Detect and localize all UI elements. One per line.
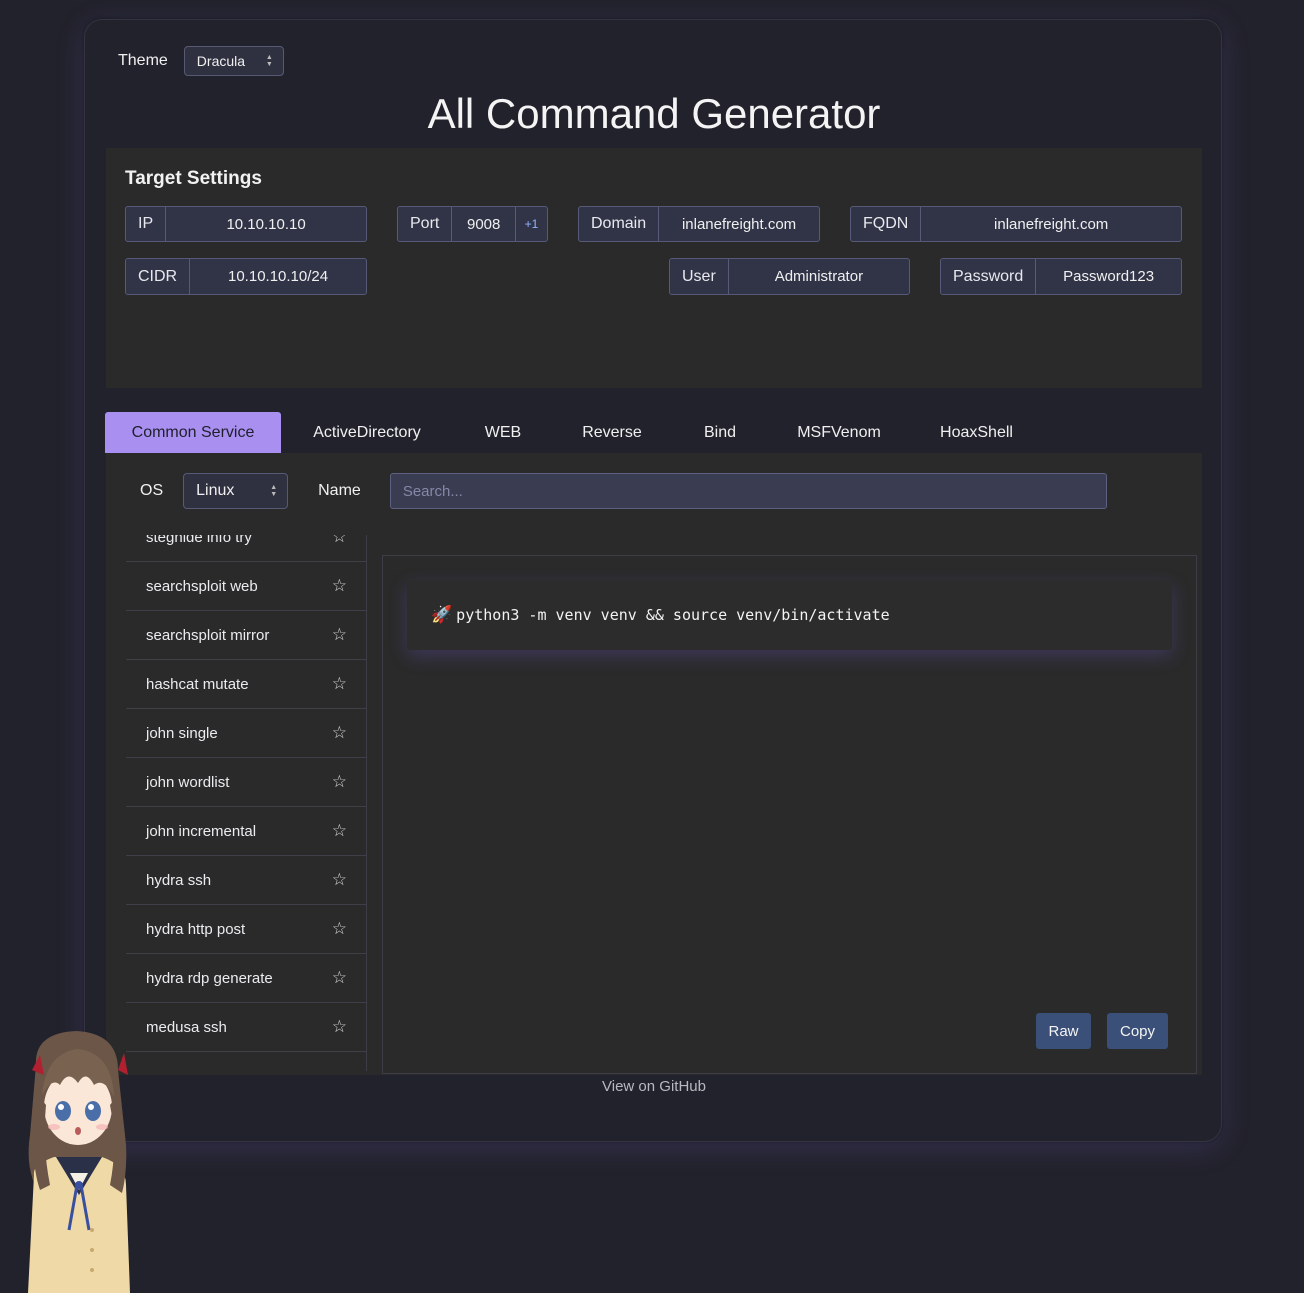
user-label: User xyxy=(670,259,729,294)
command-name: medusa ssh xyxy=(146,1018,227,1036)
copy-button[interactable]: Copy xyxy=(1107,1013,1168,1049)
tab-reverse[interactable]: Reverse xyxy=(553,412,671,453)
list-item[interactable]: hydra http post ☆ xyxy=(126,905,366,954)
fqdn-input[interactable]: inlanefreight.com xyxy=(921,207,1181,241)
list-item[interactable]: searchsploit web ☆ xyxy=(126,562,366,611)
ip-input[interactable]: 10.10.10.10 xyxy=(166,207,366,241)
command-name: steghide info try xyxy=(146,535,252,546)
command-name: hashcat mutate xyxy=(146,675,249,693)
search-input[interactable] xyxy=(389,473,1107,509)
list-item[interactable]: steghide info try ☆ xyxy=(126,535,366,562)
os-select[interactable]: Linux ▲ ▼ xyxy=(183,473,289,509)
list-item[interactable]: john single ☆ xyxy=(126,709,366,758)
list-item[interactable]: hashcat mutate ☆ xyxy=(126,660,366,709)
command-view: 🚀 python3 -m venv venv && source venv/bi… xyxy=(382,555,1197,1074)
user-input[interactable]: Administrator xyxy=(729,259,909,294)
command-name: searchsploit web xyxy=(146,577,258,595)
page-title: All Command Generator xyxy=(427,90,881,137)
command-list[interactable]: steghide info try ☆ searchsploit web ☆ sea… xyxy=(126,535,367,1071)
port-increment-button[interactable]: +1 xyxy=(515,207,547,241)
theme-select-value: Dracula xyxy=(196,53,246,69)
target-settings-panel: Target Settings IP 10.10.10.10 Port 9008… xyxy=(106,148,1202,388)
os-label: OS xyxy=(140,482,164,499)
theme-select[interactable]: Dracula ▲ ▼ xyxy=(183,46,284,76)
command-output-text: python3 -m venv venv && source venv/bin/… xyxy=(456,606,890,624)
name-label: Name xyxy=(318,482,361,499)
star-icon[interactable]: ☆ xyxy=(332,821,347,841)
tab-msfvenom[interactable]: MSFVenom xyxy=(769,412,909,453)
list-item[interactable]: john wordlist ☆ xyxy=(126,758,366,807)
command-list-scroll: steghide info try ☆ searchsploit web ☆ sea… xyxy=(126,535,366,1052)
cidr-label: CIDR xyxy=(126,259,191,294)
tab-bar: Common Service ActiveDirectory WEB Rever… xyxy=(105,412,1044,453)
ip-label: IP xyxy=(126,207,167,241)
star-icon[interactable]: ☆ xyxy=(332,625,347,645)
star-icon[interactable]: ☆ xyxy=(332,1017,347,1037)
anime-mascot-image xyxy=(28,1031,130,1293)
domain-label: Domain xyxy=(579,207,660,241)
command-name: john wordlist xyxy=(146,773,230,791)
command-output-box: 🚀 python3 -m venv venv && source venv/bi… xyxy=(407,580,1172,650)
select-arrows-icon: ▲ ▼ xyxy=(265,54,273,68)
port-field: Port 9008 +1 xyxy=(397,206,548,242)
command-name: hydra http post xyxy=(146,920,246,938)
star-icon[interactable]: ☆ xyxy=(332,576,347,596)
star-icon[interactable]: ☆ xyxy=(332,674,347,694)
cidr-input[interactable]: 10.10.10.10/24 xyxy=(190,259,366,294)
port-input[interactable]: 9008 xyxy=(452,207,515,241)
domain-field: Domain inlanefreight.com xyxy=(578,206,820,242)
list-item[interactable]: hydra ssh ☆ xyxy=(126,856,366,905)
cidr-field: CIDR 10.10.10.10/24 xyxy=(125,258,367,295)
os-select-value: Linux xyxy=(196,482,235,499)
star-icon[interactable]: ☆ xyxy=(332,870,347,890)
star-icon[interactable]: ☆ xyxy=(332,968,347,988)
star-icon[interactable]: ☆ xyxy=(332,919,347,939)
target-settings-title: Target Settings xyxy=(125,168,262,189)
password-label: Password xyxy=(941,259,1037,294)
command-name: hydra ssh xyxy=(146,871,212,889)
fqdn-field: FQDN inlanefreight.com xyxy=(850,206,1182,242)
command-name: john incremental xyxy=(146,822,257,840)
command-name: john single xyxy=(146,724,218,742)
tab-hoaxshell[interactable]: HoaxShell xyxy=(909,412,1044,453)
content-panel: OS Linux ▲▼ Name steghide info try ☆ sear… xyxy=(106,453,1202,1075)
star-icon[interactable]: ☆ xyxy=(332,772,347,792)
domain-input[interactable]: inlanefreight.com xyxy=(659,207,819,241)
ip-field: IP 10.10.10.10 xyxy=(125,206,367,242)
list-item[interactable]: hydra rdp generate ☆ xyxy=(126,954,366,1003)
star-icon[interactable]: ☆ xyxy=(332,723,347,743)
list-item[interactable]: searchsploit mirror ☆ xyxy=(126,611,366,660)
tab-bind[interactable]: Bind xyxy=(671,412,769,453)
password-input[interactable]: Password123 xyxy=(1036,259,1181,294)
tab-common-service[interactable]: Common Service xyxy=(105,412,281,453)
filter-row: OS Linux ▲ ▼ Name xyxy=(140,473,1107,509)
tab-active-directory[interactable]: ActiveDirectory xyxy=(281,412,453,453)
list-item[interactable]: john incremental ☆ xyxy=(126,807,366,856)
theme-label: Theme xyxy=(118,52,168,69)
raw-button[interactable]: Raw xyxy=(1036,1013,1091,1049)
main-card: Theme Dracula ▲ ▼ All Command Generator T… xyxy=(84,19,1222,1142)
list-item[interactable]: medusa ssh ☆ xyxy=(126,1003,366,1052)
star-icon[interactable]: ☆ xyxy=(332,535,347,547)
port-label: Port xyxy=(398,207,453,241)
user-field: User Administrator xyxy=(669,258,910,295)
select-arrows-icon: ▲ ▼ xyxy=(270,484,278,498)
command-name: hydra rdp generate xyxy=(146,969,273,987)
github-link[interactable]: View on GitHub xyxy=(85,1078,1223,1095)
rocket-icon: 🚀 xyxy=(431,605,453,624)
password-field: Password Password123 xyxy=(940,258,1182,295)
command-name: searchsploit mirror xyxy=(146,626,270,644)
theme-row: Theme Dracula ▲ ▼ xyxy=(118,46,284,76)
tab-web[interactable]: WEB xyxy=(453,412,553,453)
fqdn-label: FQDN xyxy=(851,207,922,241)
